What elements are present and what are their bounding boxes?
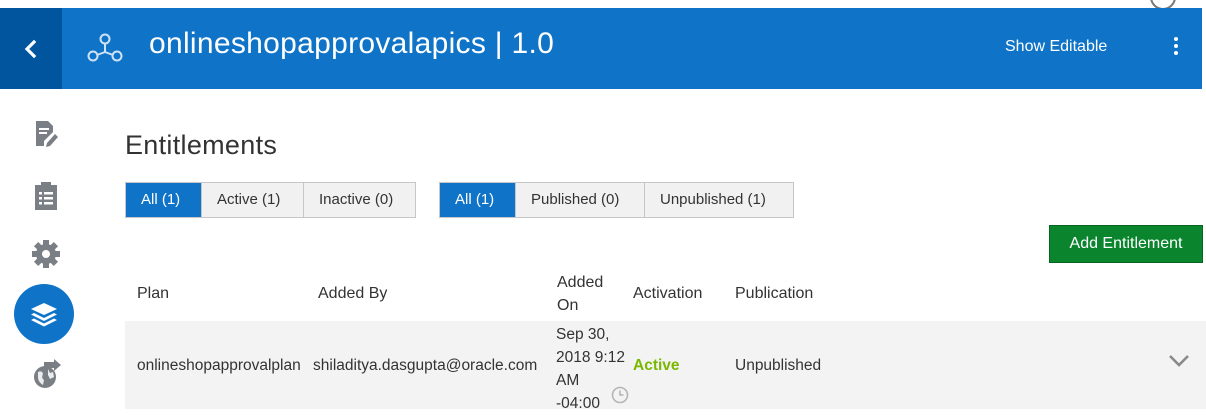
filter-status-inactive[interactable]: Inactive (0) [303, 183, 415, 217]
sidebar-item-settings[interactable] [28, 236, 64, 272]
column-header-activation[interactable]: Activation [633, 285, 702, 303]
filter-status-active[interactable]: Active (1) [201, 183, 303, 217]
sidebar-item-details[interactable] [28, 178, 64, 214]
filter-publication-unpublished[interactable]: Unpublished (1) [644, 183, 793, 217]
status-filter: All (1) Active (1) Inactive (0) [125, 182, 416, 218]
chevron-left-icon [24, 39, 37, 58]
row-activation-status: Active [633, 357, 680, 374]
gear-icon [32, 240, 60, 268]
kebab-menu-icon[interactable] [1170, 35, 1182, 61]
column-header-plan[interactable]: Plan [137, 285, 169, 303]
column-header-added-on-line2: On [557, 297, 579, 314]
app-header: onlineshopapprovalapics | 1.0 Show Edita… [62, 8, 1202, 89]
row-added-on-line: 2018 9:12 [556, 349, 625, 366]
row-added-by: shiladitya.dasgupta@oracle.com [313, 357, 538, 374]
sidebar-item-overview[interactable] [28, 116, 64, 152]
column-header-added-on[interactable]: Added [557, 274, 603, 292]
filter-status-all[interactable]: All (1) [126, 183, 201, 217]
row-plan: onlineshopapprovalplan [137, 357, 301, 374]
column-header-added-by[interactable]: Added By [318, 285, 387, 303]
page-title: Entitlements [125, 130, 278, 160]
api-title: onlineshopapprovalapics | 1.0 [149, 27, 555, 60]
filter-publication-published[interactable]: Published (0) [515, 183, 644, 217]
header-edge [1202, 8, 1206, 89]
sidebar-item-publish[interactable] [28, 356, 64, 392]
row-added-on-line: Sep 30, [556, 326, 610, 343]
column-header-publication[interactable]: Publication [735, 285, 813, 303]
document-edit-icon [36, 121, 58, 147]
layers-icon [31, 303, 57, 327]
publication-filter: All (1) Published (0) Unpublished (1) [439, 182, 794, 218]
back-button[interactable] [0, 8, 62, 89]
row-publication-status: Unpublished [735, 357, 822, 374]
chevron-down-icon[interactable] [1167, 353, 1191, 369]
globe-arrow-icon [34, 359, 61, 388]
top-strip [0, 0, 1206, 8]
sidebar-item-entitlements[interactable] [14, 284, 74, 344]
clock-icon [611, 386, 629, 404]
show-editable-button[interactable]: Show Editable [1005, 38, 1107, 56]
api-hub-icon [87, 33, 123, 62]
add-entitlement-button[interactable]: Add Entitlement [1049, 225, 1203, 263]
filter-publication-all[interactable]: All (1) [440, 183, 515, 217]
clipboard-list-icon [35, 182, 57, 210]
